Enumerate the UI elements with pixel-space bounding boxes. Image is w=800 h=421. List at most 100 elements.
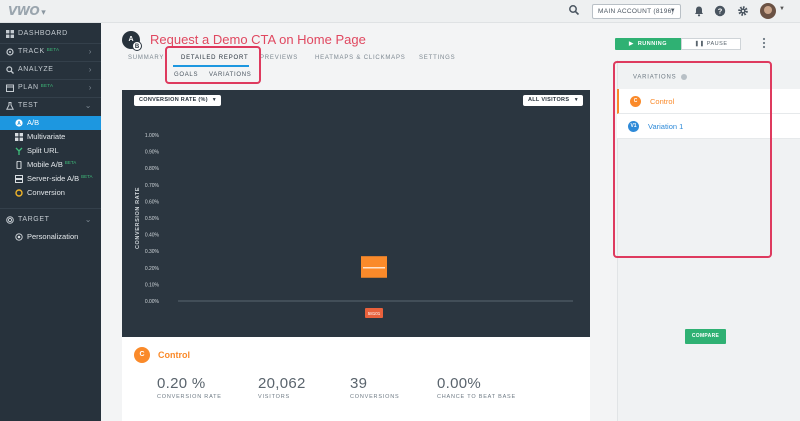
logo-text: VWO: [8, 4, 40, 18]
sidebar-item-label: ANALYZE: [18, 66, 54, 73]
search-icon[interactable]: [568, 4, 580, 16]
sidebar-item-ab[interactable]: A A/B: [0, 116, 101, 130]
metric-value: 0.20 %: [157, 375, 206, 392]
y-tick-label: 0.40%: [145, 233, 160, 239]
bell-icon[interactable]: [693, 5, 705, 17]
sidebar-item-multivariate[interactable]: Multivariate: [0, 130, 101, 144]
highlight-box-variations: [613, 61, 772, 258]
beta-badge: BETA: [40, 83, 54, 88]
running-button[interactable]: ▶ RUNNING: [615, 38, 681, 50]
badge-letter-secondary: B: [132, 41, 142, 51]
metric-value: 0.00%: [437, 375, 482, 392]
tab-previews[interactable]: PREVIEWS: [260, 55, 298, 61]
logo[interactable]: VWO ▾: [8, 4, 46, 18]
divider: [0, 208, 101, 209]
tab-summary[interactable]: SUMMARY: [128, 55, 164, 61]
sidebar-item-label: DASHBOARD: [18, 30, 68, 37]
y-tick-label: 0.60%: [145, 199, 160, 205]
svg-text:A: A: [17, 121, 21, 127]
chevron-right-icon: ›: [88, 83, 92, 92]
chevron-down-icon: ⌄: [84, 215, 92, 224]
chevron-down-icon: ⌄: [84, 101, 92, 110]
help-icon[interactable]: ?: [714, 5, 726, 17]
split-url-icon: [15, 147, 23, 155]
metric-label: VISITORS: [258, 394, 290, 400]
sidebar-item-analyze[interactable]: ANALYZE ›: [0, 61, 101, 79]
account-select[interactable]: MAIN ACCOUNT (8196) ▼: [592, 4, 681, 19]
sidebar-item-label: Mobile A/B: [27, 160, 63, 169]
chevron-right-icon: ›: [88, 47, 92, 56]
metric-value: 20,062: [258, 375, 306, 392]
beta-badge: BETA: [46, 47, 60, 52]
compare-button[interactable]: COMPARE: [685, 329, 726, 344]
metric-chance-to-beat-base: 0.00% CHANCE TO BEAT BASE: [437, 375, 516, 400]
sidebar-item-conversion[interactable]: Conversion: [0, 186, 101, 200]
sidebar-item-label: Personalization: [27, 232, 79, 241]
metric-label: CONVERSIONS: [350, 394, 400, 400]
sidebar-item-plan[interactable]: PLAN BETA ›: [0, 79, 101, 97]
sidebar-item-label: Multivariate: [27, 132, 66, 141]
play-icon: ▶: [629, 41, 634, 47]
multivariate-icon: [15, 133, 23, 141]
sidebar-item-dashboard[interactable]: DASHBOARD: [0, 25, 101, 43]
box-mark-control[interactable]: [361, 256, 387, 278]
metric-label: CHANCE TO BEAT BASE: [437, 394, 516, 400]
top-bar: VWO ▾ MAIN ACCOUNT (8196) ▼ ? ▼: [0, 0, 800, 23]
user-avatar[interactable]: [760, 3, 776, 19]
dashboard-icon: [6, 30, 14, 38]
metric-conversions: 39 CONVERSIONS: [350, 375, 399, 400]
metric-visitors: 20,062 VISITORS: [258, 375, 306, 400]
sidebar-item-label: Server-side A/B: [27, 174, 80, 183]
conversion-rate-chart: CONVERSION RATE 1.00% 0.90% 0.80% 0.70% 0.60…: [135, 133, 573, 318]
ab-icon: A: [15, 119, 23, 127]
pause-button[interactable]: ❚❚ PAUSE: [681, 38, 741, 50]
sidebar-item-test[interactable]: TEST ⌄: [0, 97, 101, 115]
server-icon: [15, 175, 23, 183]
highlight-box-tabs: [165, 46, 261, 84]
y-tick-label: 0.30%: [145, 249, 160, 255]
chevron-down-icon: ▾: [41, 8, 46, 18]
page-title: Request a Demo CTA on Home Page: [150, 32, 366, 47]
conversion-icon: [15, 189, 23, 197]
campaign-type-badge: AB: [122, 31, 142, 51]
sidebar-item-personalization[interactable]: Personalization: [0, 230, 101, 244]
sidebar-item-label: Split URL: [27, 146, 59, 155]
variation-badge: C: [134, 347, 150, 363]
sidebar-item-label: Conversion: [27, 188, 65, 197]
y-tick-label: 0.70%: [145, 183, 160, 189]
tab-settings[interactable]: SETTINGS: [419, 55, 455, 61]
sidebar-item-target[interactable]: TARGET ⌄: [0, 211, 101, 229]
analyze-icon: [6, 66, 14, 74]
track-icon: [6, 48, 14, 56]
y-tick-label: 0.00%: [145, 299, 160, 305]
sidebar-item-label: PLAN: [18, 84, 39, 91]
sidebar-item-split-url[interactable]: Split URL: [0, 144, 101, 158]
chevron-right-icon: ›: [88, 65, 92, 74]
result-card-title: Control: [158, 350, 190, 360]
target-icon: [6, 216, 14, 224]
y-tick-label: 0.80%: [145, 166, 160, 172]
x-tick-label: 58101: [368, 311, 381, 316]
chevron-down-icon[interactable]: ▼: [779, 6, 785, 12]
y-tick-label: 0.10%: [145, 282, 160, 288]
running-label: RUNNING: [637, 41, 667, 47]
y-tick-label: 0.50%: [145, 216, 160, 222]
mobile-icon: [16, 161, 22, 169]
beta-badge: BETA: [64, 160, 77, 165]
more-options-icon[interactable]: [762, 37, 766, 49]
sidebar-item-label: TARGET: [18, 216, 50, 223]
beta-badge: BETA: [81, 174, 93, 179]
app: VWO ▾ MAIN ACCOUNT (8196) ▼ ? ▼ DASHBOARD …: [0, 0, 800, 421]
sidebar-item-mobile-ab[interactable]: Mobile A/B BETA: [0, 158, 101, 172]
tab-heatmaps-clickmaps[interactable]: HEATMAPS & CLICKMAPS: [315, 55, 406, 61]
svg-text:?: ?: [718, 7, 723, 16]
y-axis-label: CONVERSION RATE: [135, 187, 141, 249]
sidebar-item-label: TEST: [18, 102, 39, 109]
chevron-down-icon: ▼: [669, 8, 676, 14]
settings-icon[interactable]: [737, 5, 749, 17]
sidebar-item-server-side-ab[interactable]: Server-side A/B BETA: [0, 172, 101, 186]
metric-label: CONVERSION RATE: [157, 394, 222, 400]
pause-icon: ❚❚: [694, 41, 705, 47]
plan-icon: [6, 84, 14, 92]
sidebar-item-track[interactable]: TRACK BETA ›: [0, 43, 101, 61]
